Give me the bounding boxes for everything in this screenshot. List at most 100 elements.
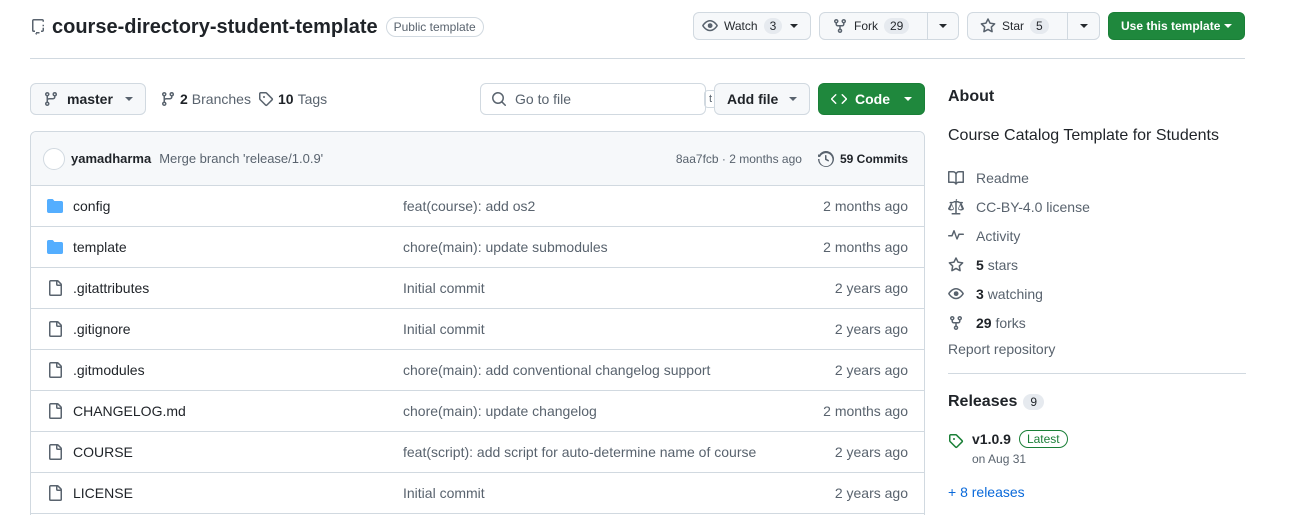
chevron-down-icon — [125, 97, 133, 101]
file-row: config feat(course): add os2 2 months ago — [31, 186, 924, 227]
use-template-button[interactable]: Use this template — [1108, 12, 1245, 40]
visibility-badge: Public template — [385, 17, 484, 37]
watching-count: 3 — [976, 285, 984, 302]
go-to-file-search: t — [480, 83, 718, 115]
file-name[interactable]: CHANGELOG.md — [73, 403, 403, 419]
file-commit-time: 2 years ago — [834, 280, 908, 296]
forks-count: 29 — [976, 314, 992, 331]
activity-label: Activity — [976, 227, 1021, 244]
activity-link[interactable]: Activity — [948, 221, 1246, 250]
commit-message[interactable]: Merge branch 'release/1.0.9' — [159, 151, 323, 166]
star-dropdown[interactable] — [1067, 13, 1099, 39]
code-icon — [831, 91, 847, 107]
chevron-down-icon — [1224, 24, 1232, 28]
repo-name[interactable]: course-directory-student-template — [52, 16, 378, 39]
report-repository-link[interactable]: Report repository — [948, 341, 1246, 357]
forks-link[interactable]: 29 forks — [948, 308, 1246, 337]
fork-dropdown[interactable] — [926, 13, 958, 39]
readme-label: Readme — [976, 169, 1029, 186]
code-button[interactable]: Code — [818, 83, 925, 115]
file-name[interactable]: LICENSE — [73, 485, 403, 501]
add-file-button[interactable]: Add file — [714, 83, 810, 115]
file-row: CHANGELOG.md chore(main): update changelo… — [31, 391, 924, 432]
tag-icon — [948, 433, 964, 466]
branches-link[interactable]: 2 Branches — [160, 83, 251, 115]
releases-header[interactable]: Releases 9 — [948, 393, 1246, 411]
file-commit-message[interactable]: feat(course): add os2 — [403, 198, 535, 214]
commit-hash-time[interactable]: 8aa7fcb · 2 months ago — [676, 152, 802, 166]
file-row: .gitignore Initial commit 2 years ago — [31, 309, 924, 350]
file-commit-message[interactable]: feat(script): add script for auto-determ… — [403, 444, 756, 460]
star-icon — [948, 256, 964, 273]
file-commit-time: 2 months ago — [823, 403, 908, 419]
watch-label: Watch — [724, 19, 758, 33]
pulse-icon — [948, 228, 964, 244]
stars-count: 5 — [976, 256, 984, 273]
file-commit-message[interactable]: chore(main): add conventional changelog … — [403, 362, 710, 378]
watch-count: 3 — [763, 18, 782, 34]
file-name[interactable]: COURSE — [73, 444, 403, 460]
branches-count: 2 — [180, 91, 188, 107]
file-name[interactable]: .gitattributes — [73, 280, 403, 296]
stars-label: stars — [987, 256, 1019, 273]
fork-button[interactable]: Fork 29 — [820, 13, 927, 39]
use-template-label: Use this template — [1121, 19, 1221, 33]
watch-dropdown[interactable] — [780, 13, 808, 39]
file-commit-message[interactable]: chore(main): update submodules — [403, 239, 608, 255]
commit-meta: 8aa7fcb · 2 months ago 59 Commits — [676, 150, 908, 167]
latest-badge: Latest — [1018, 430, 1068, 448]
about-description: Course Catalog Template for Students — [948, 127, 1219, 144]
repo-header: course-directory-student-template Public… — [30, 12, 1245, 42]
file-name[interactable]: template — [73, 239, 403, 255]
folder-icon — [47, 198, 63, 214]
commits-link[interactable]: 59 Commits — [817, 150, 908, 167]
license-link[interactable]: CC-BY-4.0 license — [948, 192, 1246, 221]
star-label: Star — [1002, 19, 1025, 33]
file-icon — [47, 485, 63, 501]
watch-button[interactable]: Watch 3 — [693, 12, 811, 40]
file-name[interactable]: .gitignore — [73, 321, 403, 337]
go-to-file-input[interactable] — [515, 91, 696, 107]
more-releases-link[interactable]: + 8 releases — [948, 484, 1246, 500]
star-count: 5 — [1030, 18, 1049, 34]
file-table: yamadharma Merge branch 'release/1.0.9' … — [30, 131, 925, 515]
branch-selector[interactable]: master — [30, 83, 146, 115]
file-commit-time: 2 years ago — [834, 444, 908, 460]
releases-title: Releases — [948, 393, 1018, 410]
star-button[interactable]: Star 5 — [968, 13, 1067, 39]
chevron-down-icon — [789, 97, 797, 101]
file-commit-time: 2 months ago — [823, 198, 908, 214]
chevron-down-icon — [904, 97, 912, 101]
header-actions: Watch 3 Fork 29 Star 5 Use this template — [693, 12, 1245, 40]
file-row: .gitmodules chore(main): add conventional… — [31, 350, 924, 391]
sidebar: About Course Catalog Template for Studen… — [948, 88, 1246, 500]
forks-label: forks — [995, 314, 1026, 331]
fork-button-group: Fork 29 — [819, 12, 959, 40]
sidebar-divider — [948, 373, 1246, 374]
file-name[interactable]: .gitmodules — [73, 362, 403, 378]
watching-label: watching — [987, 285, 1043, 302]
file-row: .gitattributes Initial commit 2 years ago — [31, 268, 924, 309]
watch-main[interactable]: Watch 3 — [694, 13, 782, 39]
latest-release[interactable]: v1.0.9 Latest on Aug 31 — [948, 430, 1246, 466]
commit-author[interactable]: yamadharma — [71, 151, 151, 166]
file-commit-message[interactable]: Initial commit — [403, 280, 485, 296]
file-icon — [47, 362, 63, 378]
avatar[interactable] — [43, 147, 65, 170]
readme-link[interactable]: Readme — [948, 163, 1246, 192]
release-date: on Aug 31 — [972, 452, 1027, 466]
file-commit-message[interactable]: Initial commit — [403, 321, 485, 337]
file-commit-message[interactable]: Initial commit — [403, 485, 485, 501]
folder-icon — [47, 239, 63, 255]
file-row: LICENSE Initial commit 2 years ago — [31, 473, 924, 514]
file-icon — [47, 403, 63, 419]
watching-link[interactable]: 3 watching — [948, 279, 1246, 308]
branch-name: master — [67, 91, 113, 107]
tags-link[interactable]: 10 Tags — [258, 83, 327, 115]
releases-count: 9 — [1023, 394, 1045, 410]
file-name[interactable]: config — [73, 198, 403, 214]
file-commit-message[interactable]: chore(main): update changelog — [403, 403, 597, 419]
stars-link[interactable]: 5 stars — [948, 250, 1246, 279]
file-toolbar: master 2 Branches 10 Tags t Add file Cod… — [30, 83, 925, 115]
tag-icon — [258, 91, 274, 107]
